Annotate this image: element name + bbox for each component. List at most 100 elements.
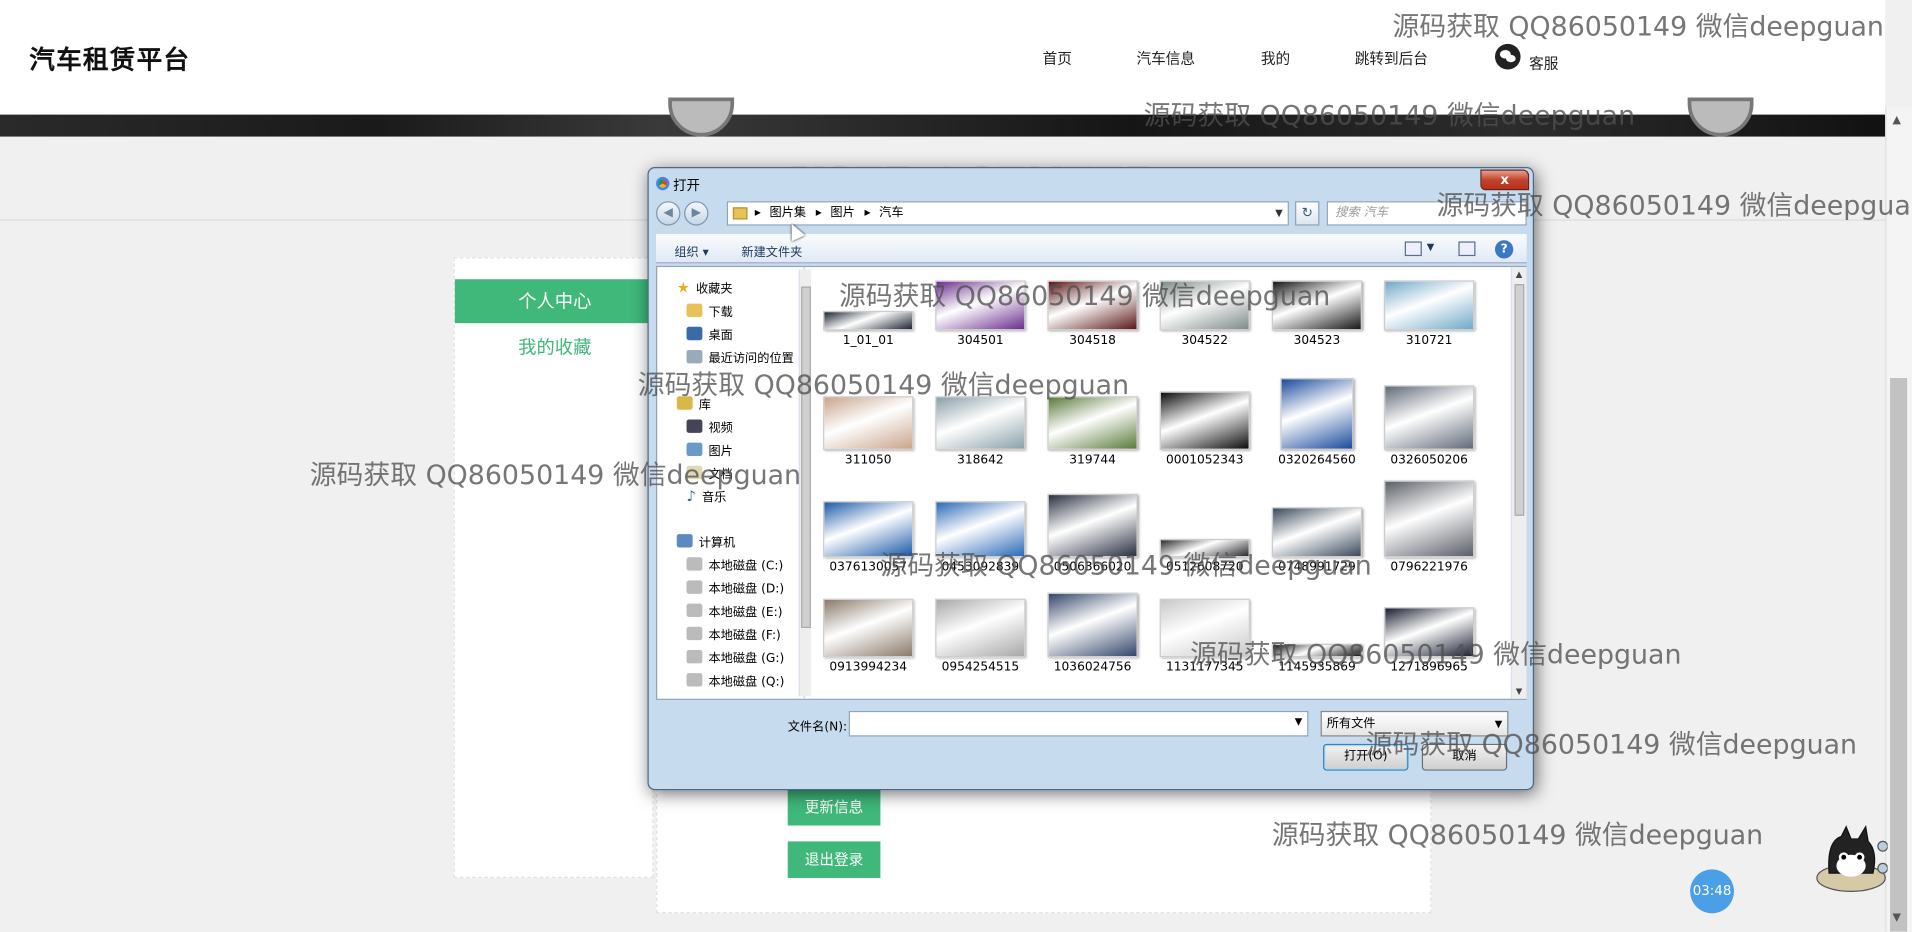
file-name-label: 304501 xyxy=(957,334,1004,348)
sidebar-item-recent[interactable]: 最近访问的位置 xyxy=(686,348,794,366)
menu-personal-center[interactable]: 个人中心 xyxy=(454,279,655,324)
file-name-label: 311050 xyxy=(844,453,892,468)
site-brand[interactable]: 汽车租赁平台 xyxy=(29,40,190,77)
file-thumbnail-image[interactable] xyxy=(823,396,914,450)
chevron-down-icon[interactable]: ▼ xyxy=(1495,712,1503,735)
file-name-label: 0748991729 xyxy=(1278,560,1356,575)
organize-button[interactable]: 组织 ▾ xyxy=(674,241,708,259)
file-name-label: 318642 xyxy=(957,453,1004,468)
sidebar-item-drive[interactable]: 本地磁盘 (F:) xyxy=(686,624,781,643)
chevron-down-icon[interactable]: ▼ xyxy=(1295,716,1303,727)
scroll-down-icon[interactable]: ▼ xyxy=(1893,912,1901,924)
chevron-down-icon[interactable]: ▼ xyxy=(1275,202,1283,224)
filetype-select[interactable]: 所有文件 ▼ xyxy=(1320,710,1509,737)
sidebar-item-videos[interactable]: 视频 xyxy=(686,417,733,436)
back-arrow-icon[interactable]: ◀ xyxy=(656,201,681,226)
scrollbar-thumb[interactable] xyxy=(801,286,811,628)
open-button[interactable]: 打开(O) xyxy=(1323,743,1409,771)
chevron-down-icon[interactable]: ▼ xyxy=(1427,241,1435,252)
nav-home[interactable]: 首页 xyxy=(1043,48,1072,69)
sidebar-item-documents[interactable]: 文档 xyxy=(686,463,733,482)
forward-arrow-icon[interactable]: ▶ xyxy=(684,201,709,226)
file-thumbnail-image[interactable] xyxy=(1271,643,1363,658)
breadcrumb-sep-icon[interactable]: ▸ xyxy=(865,202,871,224)
breadcrumb-sep-icon[interactable]: ▸ xyxy=(755,202,761,224)
chrome-icon xyxy=(656,176,670,191)
file-thumbnail-image[interactable] xyxy=(1280,378,1354,450)
update-info-button[interactable]: 更新信息 xyxy=(787,788,881,826)
breadcrumb-pictures[interactable]: 图片 xyxy=(830,202,854,224)
scroll-up-icon[interactable]: ▲ xyxy=(1516,269,1523,279)
file-thumbnail-image[interactable] xyxy=(1047,280,1138,331)
breadcrumb-cars[interactable]: 汽车 xyxy=(879,202,903,224)
breadcrumb-pictures-collection[interactable]: 图片集 xyxy=(769,202,806,224)
wechat-icon[interactable] xyxy=(1494,43,1521,70)
file-thumbnail-image[interactable] xyxy=(1047,493,1138,558)
star-icon: ★ xyxy=(676,278,690,296)
sidebar-item-drive[interactable]: 本地磁盘 (Q:) xyxy=(686,671,784,689)
nav-admin[interactable]: 跳转到后台 xyxy=(1355,48,1428,69)
breadcrumb-sep-icon[interactable]: ▸ xyxy=(816,202,822,224)
file-thumbnail-image[interactable] xyxy=(935,501,1026,558)
nav-car-info[interactable]: 汽车信息 xyxy=(1136,48,1195,69)
sidebar-item-desktop[interactable]: 桌面 xyxy=(686,324,733,343)
file-thumbnail-image[interactable] xyxy=(1159,538,1250,558)
sidebar-item-drive[interactable]: 本地磁盘 (C:) xyxy=(686,555,784,574)
scroll-down-icon[interactable]: ▼ xyxy=(1516,687,1523,697)
sidebar-item-computer[interactable]: 计算机 xyxy=(676,532,735,550)
address-bar[interactable]: ▸ 图片集 ▸ 图片 ▸ 汽车 ▼ xyxy=(726,201,1289,226)
file-thumbnail-image[interactable] xyxy=(1271,280,1363,331)
file-thumbnail-image[interactable] xyxy=(1159,598,1250,658)
file-thumbnail-image[interactable] xyxy=(935,280,1026,331)
nav-mine[interactable]: 我的 xyxy=(1261,48,1290,69)
view-options-icon[interactable] xyxy=(1404,241,1422,257)
file-thumbnail-image[interactable] xyxy=(1271,507,1363,558)
file-thumbnail-image[interactable] xyxy=(1047,592,1138,658)
timer-badge[interactable]: 03:48 xyxy=(1690,869,1734,914)
sidebar-item-drive[interactable]: 本地磁盘 (E:) xyxy=(686,601,782,619)
navigation-pane-scrollbar[interactable] xyxy=(798,269,811,697)
sidebar-item-favorites[interactable]: ★ 收藏夹 xyxy=(676,278,733,297)
filename-input[interactable]: ▼ xyxy=(848,710,1309,737)
file-thumbnail-image[interactable] xyxy=(823,310,914,331)
file-thumbnail-image[interactable] xyxy=(823,598,914,658)
sidebar-item-drive[interactable]: 本地磁盘 (G:) xyxy=(686,648,784,666)
sidebar-item-pictures[interactable]: 图片 xyxy=(686,440,733,458)
help-icon[interactable]: ? xyxy=(1494,240,1514,259)
sidebar-item-label: 本地磁盘 (C:) xyxy=(708,559,784,574)
cancel-button[interactable]: 取消 xyxy=(1421,743,1508,771)
sidebar-item-downloads[interactable]: 下载 xyxy=(686,301,733,319)
file-grid-scrollbar[interactable]: ▲ ▼ xyxy=(1510,267,1527,699)
new-folder-button[interactable]: 新建文件夹 xyxy=(741,241,802,259)
logout-button[interactable]: 退出登录 xyxy=(787,841,881,878)
scroll-up-icon[interactable]: ▲ xyxy=(1893,115,1901,127)
file-thumbnail-image[interactable] xyxy=(935,396,1026,450)
file-thumbnail-image[interactable] xyxy=(823,501,914,558)
file-thumbnail-image[interactable] xyxy=(1384,607,1475,658)
page-scrollbar[interactable]: ▲ ▼ xyxy=(1885,107,1912,932)
file-name-label: 0506366020 xyxy=(1053,560,1132,575)
nav-customer-service[interactable]: 客服 xyxy=(1529,52,1558,73)
sidebar-item-drive[interactable]: 本地磁盘 (D:) xyxy=(686,578,784,596)
refresh-icon[interactable]: ↻ xyxy=(1295,201,1320,226)
file-thumbnail-image[interactable] xyxy=(935,598,1026,658)
sidebar-item-library[interactable]: 库 xyxy=(676,394,711,412)
scrollbar-thumb[interactable] xyxy=(1890,378,1908,932)
preview-pane-icon[interactable] xyxy=(1458,241,1476,257)
sidebar-item-music[interactable]: ♪ 音乐 xyxy=(687,487,727,505)
file-thumbnail-image[interactable] xyxy=(1384,280,1475,331)
file-thumbnail-image[interactable] xyxy=(1384,480,1475,558)
sidebar-item-label: 视频 xyxy=(708,421,733,436)
file-thumbnail-image[interactable] xyxy=(1159,391,1250,450)
file-thumbnail-image[interactable] xyxy=(1384,385,1475,450)
file-thumbnail-image[interactable] xyxy=(1047,396,1138,450)
library-icon xyxy=(676,396,693,410)
file-name-label: 0001052343 xyxy=(1165,453,1244,468)
search-input[interactable]: 搜索 汽车 xyxy=(1326,201,1527,226)
menu-my-favorites[interactable]: 我的收藏 xyxy=(455,333,655,362)
cat-mascot-icon[interactable] xyxy=(1814,824,1888,892)
dialog-close-button[interactable]: x xyxy=(1480,169,1530,191)
scrollbar-thumb[interactable] xyxy=(1514,284,1525,516)
file-thumbnail-image[interactable] xyxy=(1159,280,1250,331)
file-name-label: 310721 xyxy=(1405,334,1453,348)
